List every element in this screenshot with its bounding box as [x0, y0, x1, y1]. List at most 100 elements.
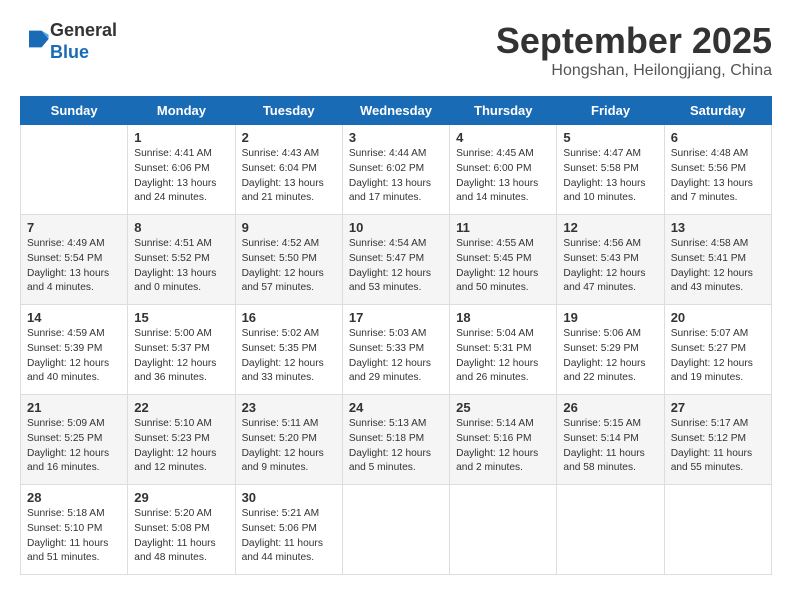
day-number: 19	[563, 310, 658, 325]
day-number: 18	[456, 310, 551, 325]
calendar-cell: 7 Sunrise: 4:49 AM Sunset: 5:54 PM Daylig…	[21, 215, 128, 305]
month-title: September 2025	[496, 20, 772, 62]
calendar-cell: 1 Sunrise: 4:41 AM Sunset: 6:06 PM Daylig…	[128, 125, 235, 215]
day-info: Sunrise: 4:51 AM Sunset: 5:52 PM Dayligh…	[134, 237, 229, 296]
day-number: 7	[27, 220, 122, 235]
day-number: 14	[27, 310, 122, 325]
day-info: Sunrise: 4:54 AM Sunset: 5:47 PM Dayligh…	[349, 237, 444, 296]
col-header-saturday: Saturday	[664, 97, 771, 125]
calendar-cell: 12 Sunrise: 4:56 AM Sunset: 5:43 PM Dayli…	[557, 215, 664, 305]
calendar-cell: 15Sunrise: 5:00 AM Sunset: 5:37 PM Dayli…	[128, 305, 235, 395]
day-info: Sunrise: 4:47 AM Sunset: 5:58 PM Dayligh…	[563, 147, 658, 206]
day-info: Sunrise: 5:03 AM Sunset: 5:33 PM Dayligh…	[349, 327, 444, 386]
calendar-cell: 18Sunrise: 5:04 AM Sunset: 5:31 PM Dayli…	[450, 305, 557, 395]
calendar-cell: 21 Sunrise: 5:09 AM Sunset: 5:25 PM Dayli…	[21, 395, 128, 485]
calendar-cell: 8 Sunrise: 4:51 AM Sunset: 5:52 PM Daylig…	[128, 215, 235, 305]
calendar-cell	[557, 485, 664, 575]
day-info: Sunrise: 4:44 AM Sunset: 6:02 PM Dayligh…	[349, 147, 444, 206]
day-info: Sunrise: 5:14 AM Sunset: 5:16 PM Dayligh…	[456, 417, 551, 476]
col-header-thursday: Thursday	[450, 97, 557, 125]
day-info: Sunrise: 4:48 AM Sunset: 5:56 PM Dayligh…	[671, 147, 766, 206]
day-info: Sunrise: 4:43 AM Sunset: 6:04 PM Dayligh…	[242, 147, 337, 206]
day-number: 2	[242, 130, 337, 145]
day-info: Sunrise: 5:17 AM Sunset: 5:12 PM Dayligh…	[671, 417, 766, 476]
calendar-cell: 2 Sunrise: 4:43 AM Sunset: 6:04 PM Daylig…	[235, 125, 342, 215]
calendar-cell: 26 Sunrise: 5:15 AM Sunset: 5:14 PM Dayli…	[557, 395, 664, 485]
day-info: Sunrise: 5:06 AM Sunset: 5:29 PM Dayligh…	[563, 327, 658, 386]
day-number: 21	[27, 400, 122, 415]
page-header: General Blue September 2025 Hongshan, He…	[20, 20, 772, 80]
day-number: 10	[349, 220, 444, 235]
day-number: 23	[242, 400, 337, 415]
calendar-cell: 17 Sunrise: 5:03 AM Sunset: 5:33 PM Dayli…	[342, 305, 449, 395]
calendar-cell: 11 Sunrise: 4:55 AM Sunset: 5:45 PM Dayli…	[450, 215, 557, 305]
day-number: 22	[134, 400, 229, 415]
day-number: 20	[671, 310, 766, 325]
logo-icon	[22, 25, 50, 53]
logo-blue: Blue	[50, 42, 117, 64]
calendar-cell: 16 Sunrise: 5:02 AM Sunset: 5:35 PM Dayli…	[235, 305, 342, 395]
day-info: Sunrise: 4:56 AM Sunset: 5:43 PM Dayligh…	[563, 237, 658, 296]
calendar-cell: 28 Sunrise: 5:18 AM Sunset: 5:10 PM Dayli…	[21, 485, 128, 575]
calendar-cell	[450, 485, 557, 575]
col-header-wednesday: Wednesday	[342, 97, 449, 125]
day-info: Sunrise: 4:52 AM Sunset: 5:50 PM Dayligh…	[242, 237, 337, 296]
calendar-cell: 9 Sunrise: 4:52 AM Sunset: 5:50 PM Daylig…	[235, 215, 342, 305]
day-info: Sunrise: 4:41 AM Sunset: 6:06 PM Dayligh…	[134, 147, 229, 206]
calendar-cell: 29Sunrise: 5:20 AM Sunset: 5:08 PM Dayli…	[128, 485, 235, 575]
calendar-cell: 25 Sunrise: 5:14 AM Sunset: 5:16 PM Dayli…	[450, 395, 557, 485]
title-block: September 2025 Hongshan, Heilongjiang, C…	[496, 20, 772, 80]
calendar-cell: 23 Sunrise: 5:11 AM Sunset: 5:20 PM Dayli…	[235, 395, 342, 485]
day-number: 8	[134, 220, 229, 235]
calendar-cell: 30 Sunrise: 5:21 AM Sunset: 5:06 PM Dayli…	[235, 485, 342, 575]
day-number: 9	[242, 220, 337, 235]
day-info: Sunrise: 5:21 AM Sunset: 5:06 PM Dayligh…	[242, 507, 337, 566]
day-info: Sunrise: 5:09 AM Sunset: 5:25 PM Dayligh…	[27, 417, 122, 476]
calendar-cell: 3 Sunrise: 4:44 AM Sunset: 6:02 PM Daylig…	[342, 125, 449, 215]
col-header-monday: Monday	[128, 97, 235, 125]
day-info: Sunrise: 5:15 AM Sunset: 5:14 PM Dayligh…	[563, 417, 658, 476]
day-number: 15	[134, 310, 229, 325]
day-info: Sunrise: 4:58 AM Sunset: 5:41 PM Dayligh…	[671, 237, 766, 296]
calendar-cell: 22 Sunrise: 5:10 AM Sunset: 5:23 PM Dayli…	[128, 395, 235, 485]
day-number: 16	[242, 310, 337, 325]
col-header-sunday: Sunday	[21, 97, 128, 125]
day-info: Sunrise: 5:02 AM Sunset: 5:35 PM Dayligh…	[242, 327, 337, 386]
day-number: 27	[671, 400, 766, 415]
day-number: 6	[671, 130, 766, 145]
calendar-cell	[342, 485, 449, 575]
calendar-cell: 24 Sunrise: 5:13 AM Sunset: 5:18 PM Dayli…	[342, 395, 449, 485]
day-number: 17	[349, 310, 444, 325]
calendar-cell	[21, 125, 128, 215]
day-info: Sunrise: 4:45 AM Sunset: 6:00 PM Dayligh…	[456, 147, 551, 206]
calendar-cell: 10 Sunrise: 4:54 AM Sunset: 5:47 PM Dayli…	[342, 215, 449, 305]
day-number: 26	[563, 400, 658, 415]
day-info: Sunrise: 5:11 AM Sunset: 5:20 PM Dayligh…	[242, 417, 337, 476]
calendar-table: SundayMondayTuesdayWednesdayThursdayFrid…	[20, 96, 772, 575]
day-number: 1	[134, 130, 229, 145]
day-info: Sunrise: 4:59 AM Sunset: 5:39 PM Dayligh…	[27, 327, 122, 386]
day-info: Sunrise: 5:18 AM Sunset: 5:10 PM Dayligh…	[27, 507, 122, 566]
col-header-friday: Friday	[557, 97, 664, 125]
calendar-cell: 19 Sunrise: 5:06 AM Sunset: 5:29 PM Dayli…	[557, 305, 664, 395]
calendar-cell	[664, 485, 771, 575]
day-number: 11	[456, 220, 551, 235]
day-info: Sunrise: 4:49 AM Sunset: 5:54 PM Dayligh…	[27, 237, 122, 296]
day-number: 30	[242, 490, 337, 505]
day-number: 24	[349, 400, 444, 415]
day-number: 5	[563, 130, 658, 145]
day-number: 3	[349, 130, 444, 145]
day-number: 28	[27, 490, 122, 505]
day-number: 25	[456, 400, 551, 415]
logo-general: General	[50, 20, 117, 42]
calendar-cell: 5 Sunrise: 4:47 AM Sunset: 5:58 PM Daylig…	[557, 125, 664, 215]
calendar-cell: 20 Sunrise: 5:07 AM Sunset: 5:27 PM Dayli…	[664, 305, 771, 395]
day-number: 12	[563, 220, 658, 235]
day-info: Sunrise: 4:55 AM Sunset: 5:45 PM Dayligh…	[456, 237, 551, 296]
day-info: Sunrise: 5:07 AM Sunset: 5:27 PM Dayligh…	[671, 327, 766, 386]
day-number: 29	[134, 490, 229, 505]
day-info: Sunrise: 5:10 AM Sunset: 5:23 PM Dayligh…	[134, 417, 229, 476]
col-header-tuesday: Tuesday	[235, 97, 342, 125]
calendar-cell: 27 Sunrise: 5:17 AM Sunset: 5:12 PM Dayli…	[664, 395, 771, 485]
day-info: Sunrise: 5:13 AM Sunset: 5:18 PM Dayligh…	[349, 417, 444, 476]
